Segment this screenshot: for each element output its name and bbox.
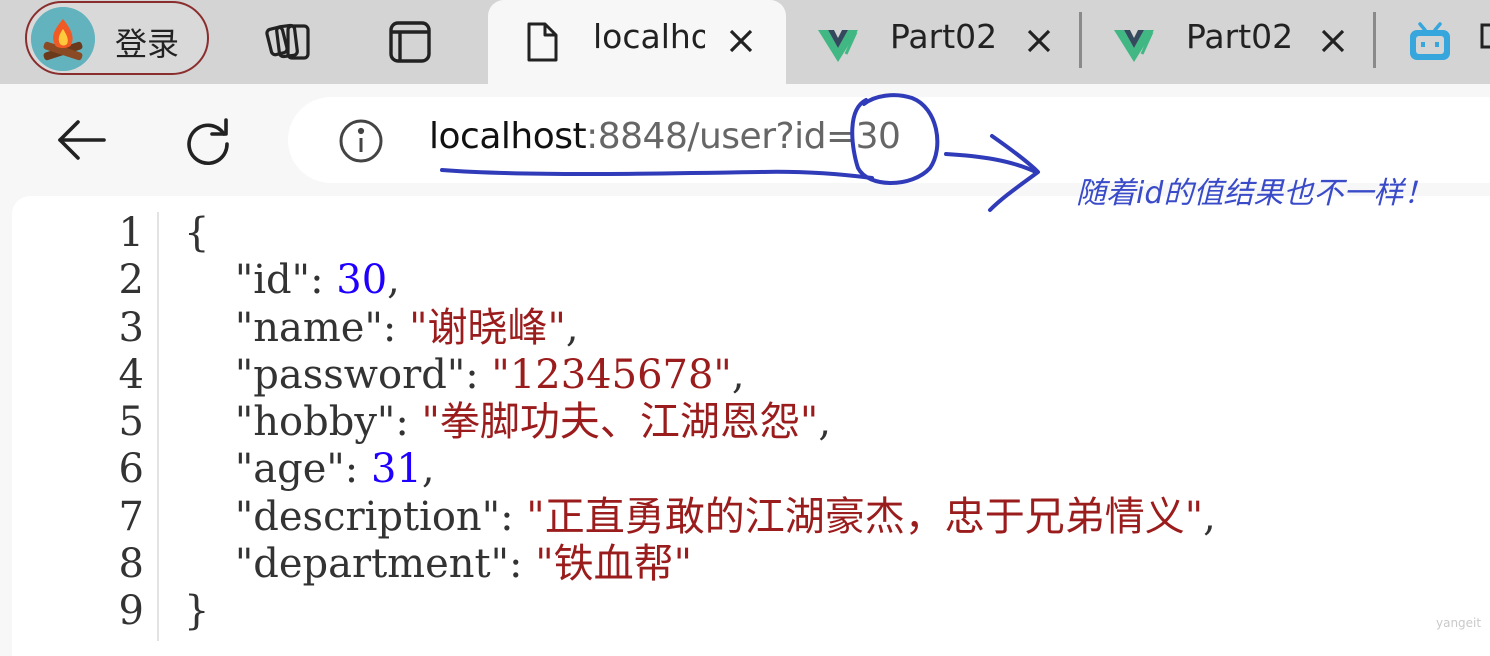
tab-title: Part02 xyxy=(1186,17,1294,56)
watermark: yangeit xyxy=(1436,616,1482,630)
back-arrow-icon[interactable] xyxy=(54,112,110,168)
tab-title-partial xyxy=(1480,17,1490,65)
vue-logo-icon xyxy=(816,20,860,64)
tab-part02-b[interactable]: Part02 xyxy=(1096,0,1374,84)
colon: : xyxy=(310,257,337,304)
json-code: { "id": 30, "name": "谢晓峰", "password": "… xyxy=(184,210,1216,636)
gutter-divider xyxy=(157,212,159,641)
tab-localhost[interactable]: localho xyxy=(488,0,786,84)
line-number: 1 xyxy=(118,210,144,256)
colon: : xyxy=(382,304,410,351)
json-string-value: "谢晓峰" xyxy=(409,304,566,351)
comma: , xyxy=(731,351,745,398)
line-number: 3 xyxy=(118,304,144,351)
tab-part02-a[interactable]: Part02 xyxy=(800,0,1078,84)
line-number: 6 xyxy=(118,446,144,493)
url-host: localhost xyxy=(429,116,587,157)
json-key: "description" xyxy=(234,493,501,540)
json-key: "password" xyxy=(234,351,466,398)
close-tab-icon[interactable] xyxy=(726,26,756,56)
colon: : xyxy=(344,446,371,493)
collections-icon[interactable] xyxy=(264,18,312,66)
close-tab-icon[interactable] xyxy=(1024,26,1054,56)
comma: , xyxy=(1203,493,1216,540)
annotation-text: 随着id的值结果也不一样！ xyxy=(1076,176,1434,211)
tab-separator xyxy=(1373,12,1376,68)
json-line: "name": "谢晓峰", xyxy=(184,305,1216,352)
tab-bilibili[interactable] xyxy=(1390,0,1490,84)
reload-icon[interactable] xyxy=(180,112,236,168)
tab-actions-icon[interactable] xyxy=(386,18,434,66)
url-path: :8848/user?id=30 xyxy=(586,116,901,157)
vue-logo-icon xyxy=(1112,20,1156,64)
json-string-value: "正直勇敢的江湖豪杰，忠于兄弟情义" xyxy=(526,493,1204,540)
line-number: 5 xyxy=(118,399,144,446)
json-string-value: "拳脚功夫、江湖恩怨" xyxy=(421,399,819,446)
campfire-avatar-icon xyxy=(31,7,95,71)
profile-login-button[interactable]: 登录 xyxy=(25,1,209,75)
url-text[interactable]: localhost:8848/user?id=30 xyxy=(429,116,901,157)
json-line: "age": 31, xyxy=(184,446,1216,493)
json-key: "name" xyxy=(234,304,383,351)
close-tab-icon[interactable] xyxy=(1318,26,1348,56)
line-number: 8 xyxy=(118,541,144,588)
json-key: "id" xyxy=(234,257,311,304)
open-brace: { xyxy=(184,210,210,256)
json-line: "hobby": "拳脚功夫、江湖恩怨", xyxy=(184,399,1216,446)
json-number-value: 31 xyxy=(370,446,422,493)
line-number: 2 xyxy=(118,257,144,304)
colon: : xyxy=(395,399,422,446)
json-key: "age" xyxy=(234,446,345,493)
line-number: 7 xyxy=(118,493,144,540)
line-number: 9 xyxy=(118,588,144,635)
json-line: "id": 30, xyxy=(184,257,1216,304)
colon: : xyxy=(509,541,536,588)
site-info-icon[interactable] xyxy=(338,118,384,164)
json-line: "description": "正直勇敢的江湖豪杰，忠于兄弟情义", xyxy=(184,494,1216,541)
json-line: "password": "12345678", xyxy=(184,352,1216,399)
bilibili-tv-icon xyxy=(1406,20,1450,64)
json-string-value: "铁血帮" xyxy=(535,541,693,588)
comma: , xyxy=(565,304,579,351)
comma: , xyxy=(818,399,832,446)
tab-title: Part02 xyxy=(890,17,998,56)
tab-strip: 登录 localho Part02 Part02 xyxy=(0,0,1490,84)
document-icon xyxy=(520,20,564,64)
json-line: "department": "铁血帮" xyxy=(184,541,1216,588)
json-key: "hobby" xyxy=(234,399,396,446)
json-number-value: 30 xyxy=(336,257,388,304)
line-number: 4 xyxy=(118,351,144,398)
comma: , xyxy=(421,446,435,493)
line-numbers: 123456789 xyxy=(80,210,144,636)
close-brace: } xyxy=(184,588,210,635)
json-string-value: "12345678" xyxy=(491,351,732,398)
colon: : xyxy=(465,351,492,398)
login-label: 登录 xyxy=(115,25,180,63)
tab-separator xyxy=(1079,12,1082,68)
tab-title: localho xyxy=(593,17,705,56)
json-key: "department" xyxy=(234,541,510,588)
colon: : xyxy=(500,493,527,540)
comma: , xyxy=(387,257,400,304)
